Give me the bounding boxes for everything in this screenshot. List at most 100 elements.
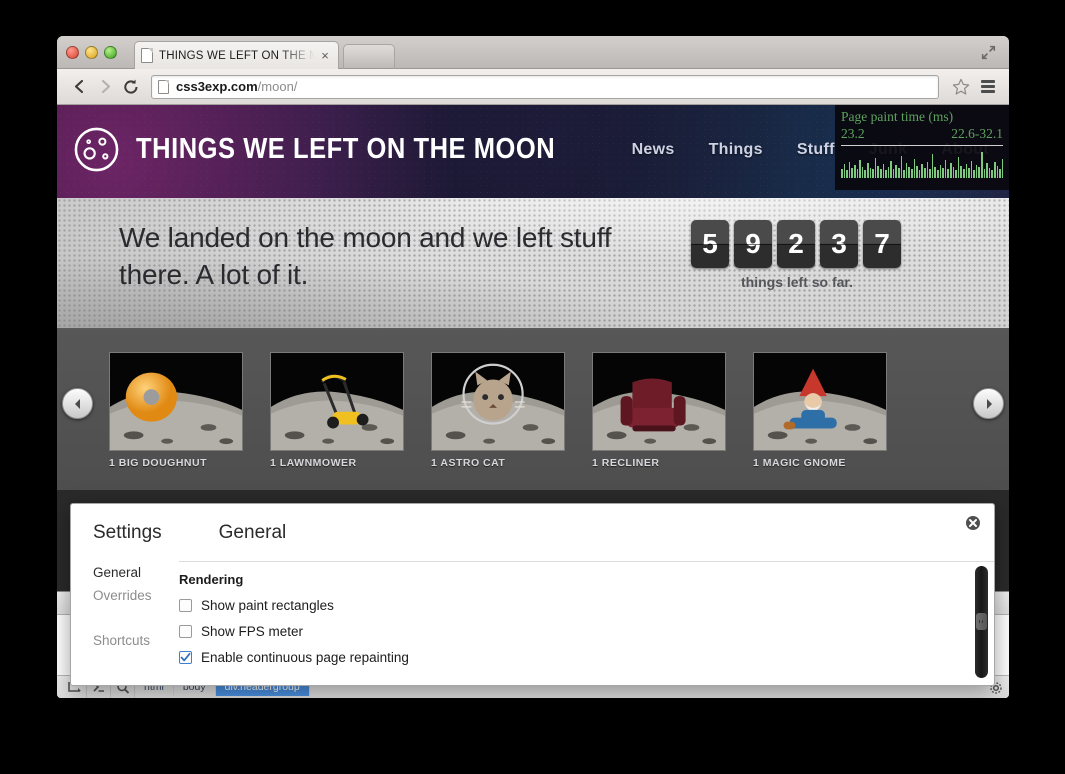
paint-bar [962,169,965,179]
paint-bar [882,164,885,179]
paint-bar [877,166,879,179]
counter-digit: 3 [820,220,858,268]
menu-line [981,85,995,88]
checkbox[interactable] [179,651,192,664]
settings-dialog-header: Settings General [71,504,994,544]
paint-bar [887,167,890,179]
browser-tab[interactable]: THINGS WE LEFT ON THE M × [134,41,339,69]
paint-bar [996,166,999,179]
paint-bar [924,168,926,179]
paint-bar [866,163,869,179]
settings-nav-overrides[interactable]: Overrides [93,584,179,607]
tab-strip: THINGS WE LEFT ON THE M × [57,36,1009,69]
paint-bar [861,167,864,179]
paint-bar [908,167,911,179]
reload-button[interactable] [119,75,143,99]
browser-menu-button[interactable] [977,76,999,98]
item-thumbnail [270,352,404,451]
settings-scrollbar[interactable] [975,566,988,678]
paint-bar [859,160,861,179]
paint-bar [843,164,846,179]
counter-caption: things left so far. [740,274,853,290]
reload-icon [124,79,138,94]
maximize-window-button[interactable] [104,46,117,59]
item-card[interactable]: 1 LAWNMOWER [270,352,404,469]
tab-title: THINGS WE LEFT ON THE M [159,49,318,62]
counter-digit: 9 [734,220,772,268]
item-card[interactable]: 1 MAGIC GNOME [753,352,887,469]
hero-section: We landed on the moon and we left stuff … [57,198,1009,330]
minimize-window-button[interactable] [85,46,98,59]
paint-bar [952,167,955,179]
checkmark-icon [180,652,191,662]
paint-bar [936,170,939,179]
nav-item-news[interactable]: News [632,141,675,159]
paint-bar [944,160,947,179]
address-bar[interactable]: css3exp.com/moon/ [151,74,939,99]
paint-bar [900,156,903,179]
item-card[interactable]: 1 RECLINER [592,352,726,469]
setting-option[interactable]: Enable continuous page repainting [179,650,964,665]
new-tab-button[interactable] [343,44,395,69]
item-label: 1 RECLINER [592,457,660,469]
paint-bar [911,169,913,179]
close-icon[interactable] [965,515,981,531]
site-brand[interactable]: THINGS WE LEFT ON THE MOON [73,126,612,173]
paint-bar [983,169,986,179]
items-carousel: 1 BIG DOUGHNUT 1 LAWNMOWER 1 ASTRO CAT 1… [57,330,1009,490]
paint-bar [869,168,872,179]
url-path: /moon/ [257,79,298,94]
rendering-options-list: Show paint rectangles Show FPS meter Enabl… [179,598,964,665]
rendering-section-title: Rendering [179,572,244,587]
paint-bar [1001,159,1003,179]
menu-line [981,80,995,83]
url-domain: css3exp.com [176,79,258,94]
paint-bar [931,154,934,179]
paint-bar [960,166,962,179]
setting-option[interactable]: Show FPS meter [179,624,964,639]
paint-bar [853,165,856,179]
settings-sidebar: General Overrides Shortcuts [71,561,179,676]
paint-bar [970,161,973,179]
paint-bar [942,168,944,179]
paint-bar [903,170,905,179]
checkbox[interactable] [179,599,192,612]
settings-dialog-body: General Overrides Shortcuts Rendering Sh… [71,544,994,676]
paint-bar [918,170,921,179]
back-button[interactable] [67,75,91,99]
carousel-prev-button[interactable] [62,388,93,419]
site-title: THINGS WE LEFT ON THE MOON [136,133,556,165]
setting-option[interactable]: Show paint rectangles [179,598,964,613]
settings-nav-shortcuts[interactable]: Shortcuts [93,629,179,652]
things-counter: 59237 [691,220,901,268]
forward-button[interactable] [93,75,117,99]
paint-widget-values: 23.2 22.6-32.1 [841,126,1003,142]
paint-bar [872,169,874,179]
settings-nav-general[interactable]: General [93,561,179,584]
paint-bar [905,163,908,179]
checkbox[interactable] [179,625,192,638]
hero-headline: We landed on the moon and we left stuff … [119,222,612,290]
item-card[interactable]: 1 ASTRO CAT [431,352,565,469]
paint-bar [874,158,877,179]
paint-time-widget: Page paint time (ms) 23.2 22.6-32.1 [835,105,1009,190]
nav-item-stuff[interactable]: Stuff [797,141,835,159]
paint-bar [848,162,851,179]
setting-option-label: Enable continuous page repainting [201,650,409,665]
paint-bar [890,161,892,179]
paint-bar [892,169,895,179]
fullscreen-icon[interactable] [980,44,997,61]
paint-bar [895,165,898,179]
scrollbar-thumb[interactable] [976,613,987,630]
item-card[interactable]: 1 BIG DOUGHNUT [109,352,243,469]
paint-bar [851,168,853,179]
nav-item-things[interactable]: Things [709,141,763,159]
paint-bar [879,169,882,179]
bookmark-star-icon[interactable] [951,77,971,97]
close-window-button[interactable] [66,46,79,59]
browser-toolbar: css3exp.com/moon/ [57,69,1009,105]
tab-close-icon[interactable]: × [318,49,332,62]
carousel-next-button[interactable] [973,388,1004,419]
page-favicon-icon [141,48,153,63]
paint-widget-divider [841,145,1003,147]
